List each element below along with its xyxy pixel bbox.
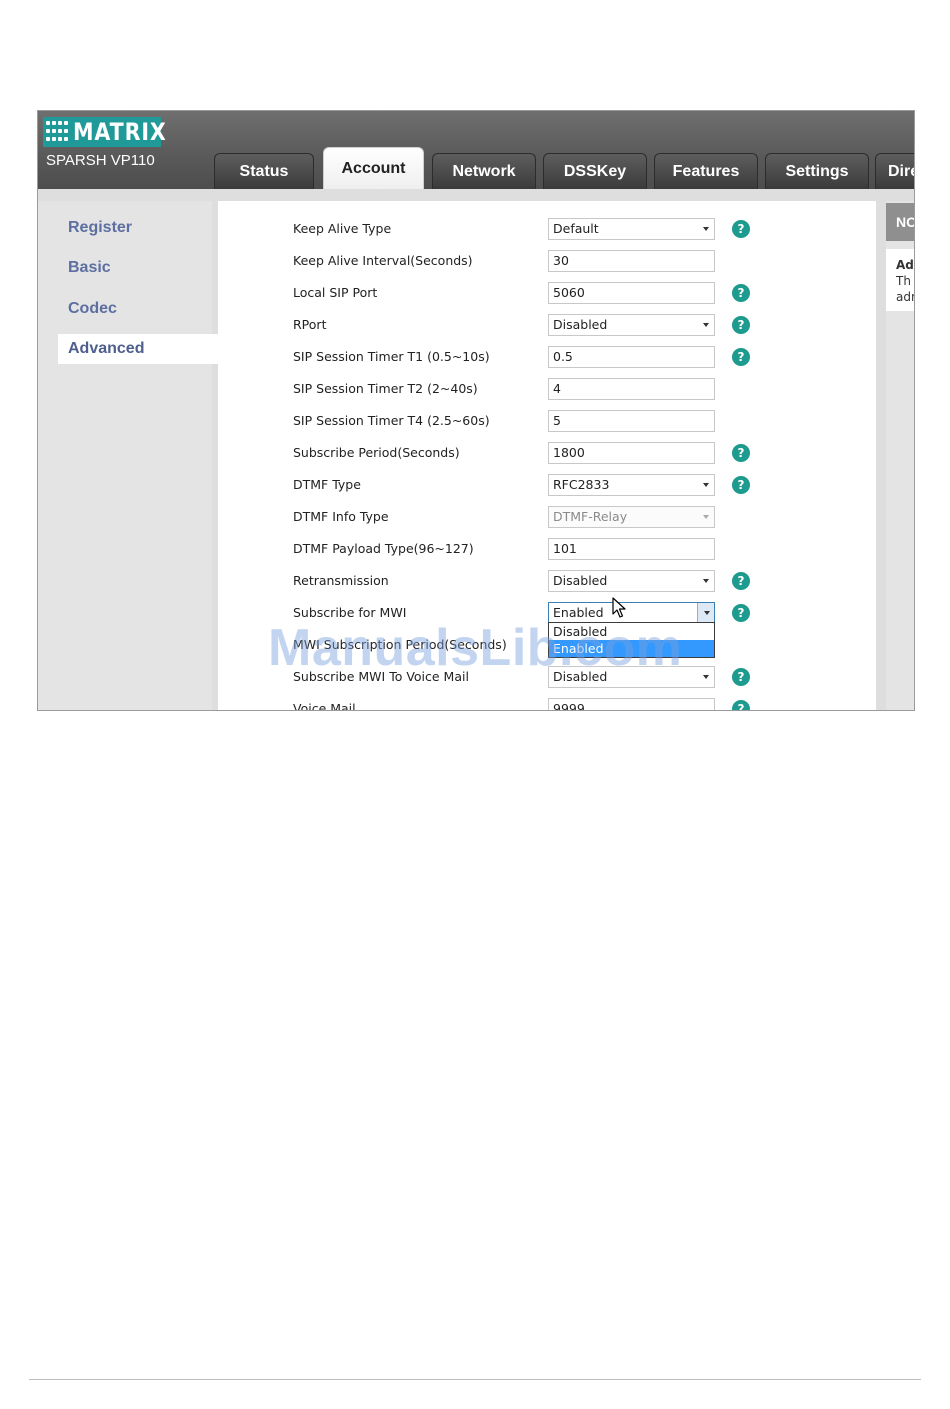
voice-mail-input[interactable]: 9999 bbox=[548, 698, 715, 710]
chevron-down-icon bbox=[703, 483, 709, 487]
watermark: ManualsLib.com bbox=[268, 619, 683, 677]
sidebar-item-register[interactable]: Register bbox=[58, 213, 218, 243]
row-subscribe-period: Subscribe Period(Seconds) 1800 ? bbox=[218, 442, 876, 466]
notes-line: Th bbox=[896, 274, 911, 288]
field-label: DTMF Info Type bbox=[293, 509, 389, 524]
help-icon[interactable]: ? bbox=[732, 220, 750, 238]
footer-divider bbox=[29, 1379, 921, 1380]
help-icon[interactable]: ? bbox=[732, 348, 750, 366]
row-dtmf-payload-type: DTMF Payload Type(96~127) 101 bbox=[218, 538, 876, 562]
rport-select[interactable]: Disabled bbox=[548, 314, 715, 336]
tab-network[interactable]: Network bbox=[432, 153, 536, 189]
tab-account[interactable]: Account bbox=[323, 147, 424, 189]
row-keep-alive-interval: Keep Alive Interval(Seconds) 30 bbox=[218, 250, 876, 274]
help-icon[interactable]: ? bbox=[732, 572, 750, 590]
help-icon[interactable]: ? bbox=[732, 316, 750, 334]
dtmf-info-type-select: DTMF-Relay bbox=[548, 506, 715, 528]
help-icon[interactable]: ? bbox=[732, 444, 750, 462]
logo-mark-icon bbox=[46, 121, 68, 143]
field-label: DTMF Payload Type(96~127) bbox=[293, 541, 474, 556]
help-icon[interactable]: ? bbox=[732, 668, 750, 686]
dropdown-button[interactable] bbox=[697, 603, 714, 623]
field-label: Voice Mail bbox=[293, 701, 356, 711]
help-icon[interactable]: ? bbox=[732, 700, 750, 710]
chevron-down-icon bbox=[703, 675, 709, 679]
field-label: Keep Alive Type bbox=[293, 221, 392, 236]
field-label: Local SIP Port bbox=[293, 285, 378, 300]
field-label: SIP Session Timer T2 (2~40s) bbox=[293, 381, 478, 396]
session-timer-t2-input[interactable]: 4 bbox=[548, 378, 715, 400]
device-model: SPARSH VP110 bbox=[46, 152, 155, 169]
row-session-timer-t2: SIP Session Timer T2 (2~40s) 4 bbox=[218, 378, 876, 402]
row-retransmission: Retransmission Disabled ? bbox=[218, 570, 876, 594]
chevron-down-icon bbox=[704, 611, 710, 615]
tab-directory[interactable]: Dire bbox=[875, 153, 914, 189]
tab-settings[interactable]: Settings bbox=[765, 153, 869, 189]
row-keep-alive-type: Keep Alive Type Default ? bbox=[218, 218, 876, 242]
matrix-logo: MATRIX bbox=[43, 117, 166, 147]
field-label: DTMF Type bbox=[293, 477, 361, 492]
row-dtmf-type: DTMF Type RFC2833 ? bbox=[218, 474, 876, 498]
logo-text: MATRIX bbox=[73, 118, 167, 146]
chevron-down-icon bbox=[703, 227, 709, 231]
tab-features[interactable]: Features bbox=[654, 153, 758, 189]
row-session-timer-t4: SIP Session Timer T4 (2.5~60s) 5 bbox=[218, 410, 876, 434]
session-timer-t1-input[interactable]: 0.5 bbox=[548, 346, 715, 368]
notes-title: NO bbox=[886, 203, 914, 241]
tab-status[interactable]: Status bbox=[214, 153, 314, 189]
notes-line: adr bbox=[896, 290, 915, 304]
notes-body-title: Ad bbox=[896, 258, 914, 272]
row-session-timer-t1: SIP Session Timer T1 (0.5~10s) 0.5 ? bbox=[218, 346, 876, 370]
dtmf-type-select[interactable]: RFC2833 bbox=[548, 474, 715, 496]
field-label: Retransmission bbox=[293, 573, 389, 588]
subscribe-period-input[interactable]: 1800 bbox=[548, 442, 715, 464]
chevron-down-icon bbox=[703, 579, 709, 583]
row-rport: RPort Disabled ? bbox=[218, 314, 876, 338]
sidebar: Register Basic Codec Advanced bbox=[38, 201, 218, 710]
mouse-pointer-icon bbox=[612, 597, 626, 618]
sidebar-item-codec[interactable]: Codec bbox=[58, 294, 218, 324]
notes-panel: NO Ad Th adr bbox=[886, 201, 915, 710]
keep-alive-interval-input[interactable]: 30 bbox=[548, 250, 715, 272]
field-label: SIP Session Timer T4 (2.5~60s) bbox=[293, 413, 490, 428]
retransmission-select[interactable]: Disabled bbox=[548, 570, 715, 592]
row-dtmf-info-type: DTMF Info Type DTMF-Relay bbox=[218, 506, 876, 530]
field-label: SIP Session Timer T1 (0.5~10s) bbox=[293, 349, 490, 364]
sidebar-item-basic[interactable]: Basic bbox=[58, 253, 218, 283]
dtmf-payload-type-input[interactable]: 101 bbox=[548, 538, 715, 560]
local-sip-port-input[interactable]: 5060 bbox=[548, 282, 715, 304]
field-label: Keep Alive Interval(Seconds) bbox=[293, 253, 473, 268]
notes-body: Ad Th adr bbox=[886, 249, 915, 311]
sidebar-item-advanced[interactable]: Advanced bbox=[58, 334, 218, 364]
top-header: MATRIX SPARSH VP110 Status Account Netwo… bbox=[38, 111, 914, 189]
keep-alive-type-select[interactable]: Default bbox=[548, 218, 715, 240]
help-icon[interactable]: ? bbox=[732, 476, 750, 494]
session-timer-t4-input[interactable]: 5 bbox=[548, 410, 715, 432]
row-voice-mail: Voice Mail 9999 ? bbox=[218, 698, 876, 711]
help-icon[interactable]: ? bbox=[732, 284, 750, 302]
row-local-sip-port: Local SIP Port 5060 ? bbox=[218, 282, 876, 306]
chevron-down-icon bbox=[703, 323, 709, 327]
tab-dsskey[interactable]: DSSKey bbox=[543, 153, 647, 189]
field-label: Subscribe Period(Seconds) bbox=[293, 445, 460, 460]
help-icon[interactable]: ? bbox=[732, 604, 750, 622]
chevron-down-icon bbox=[703, 515, 709, 519]
field-label: RPort bbox=[293, 317, 327, 332]
